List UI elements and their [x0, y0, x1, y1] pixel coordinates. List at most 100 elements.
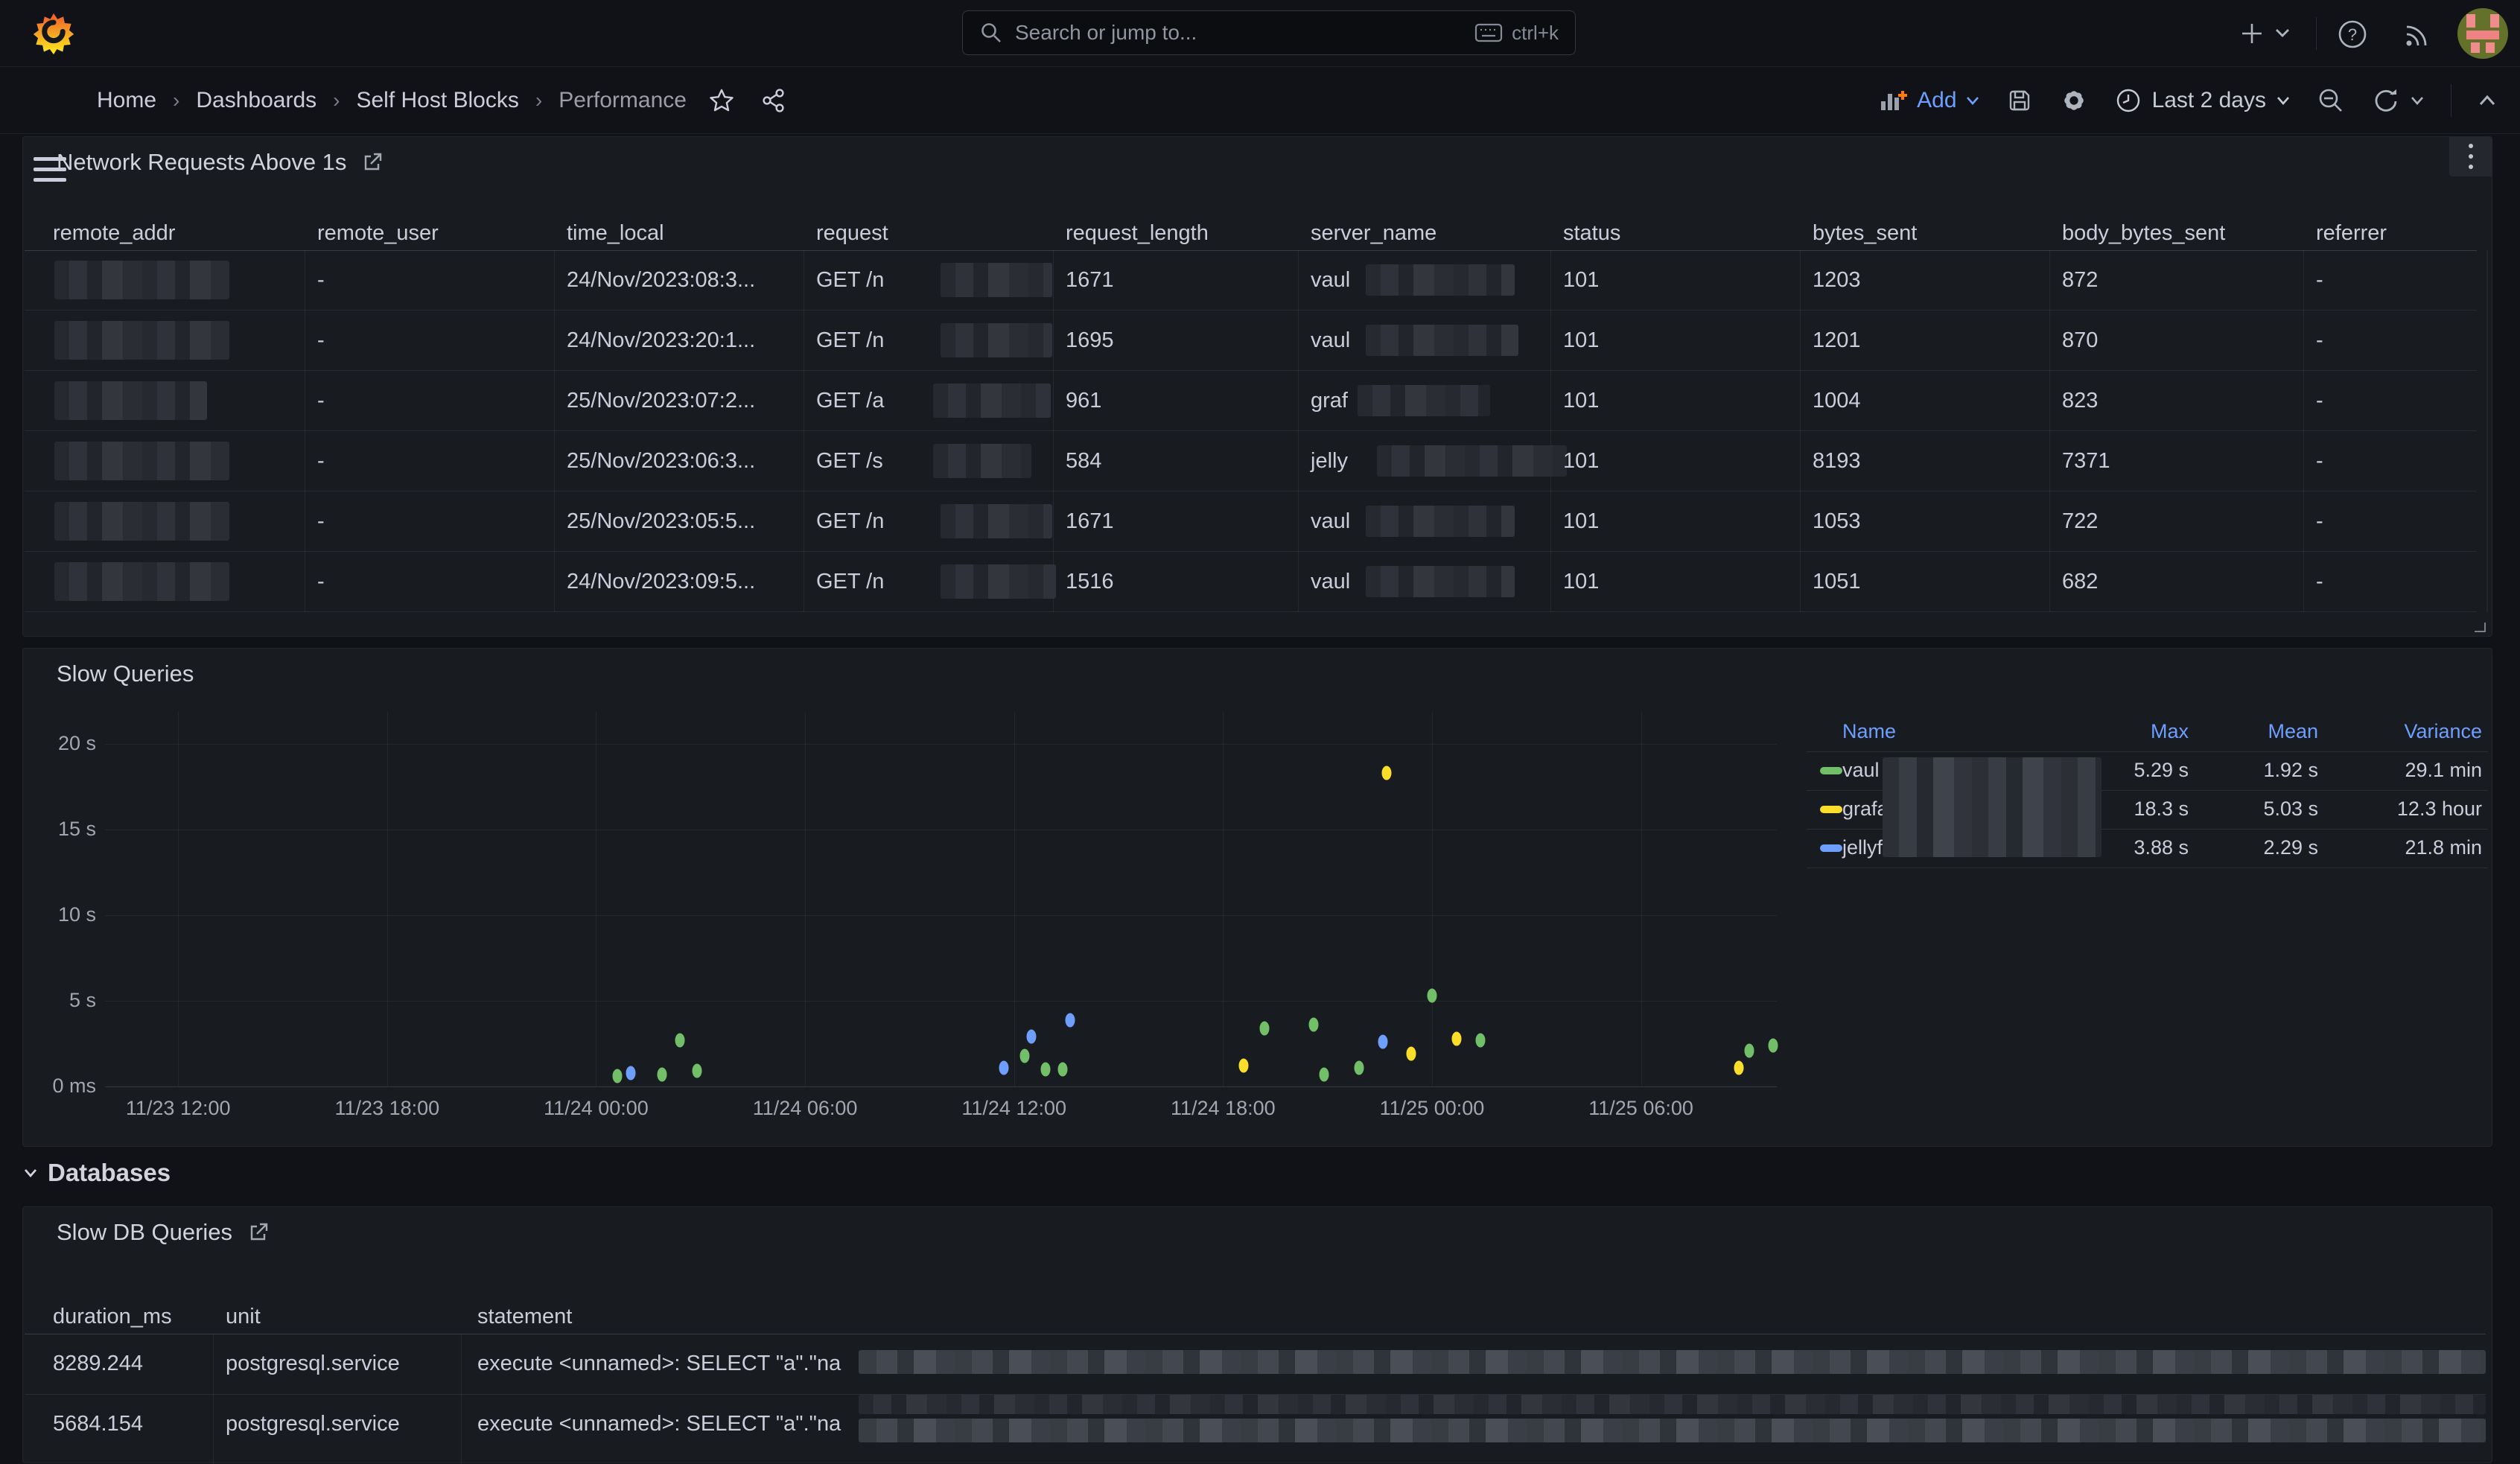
data-point-jellyf — [626, 1066, 636, 1080]
search-shortcut: ctrl+k — [1474, 22, 1559, 45]
help-icon[interactable]: ? — [2337, 19, 2368, 50]
legend-variance-value: 29.1 min — [2288, 759, 2482, 782]
time-range-picker[interactable]: Last 2 days — [2115, 87, 2290, 114]
column-header-request[interactable]: request — [816, 217, 888, 250]
add-button[interactable]: Add — [1880, 88, 1979, 113]
new-menu-chevron-down-icon[interactable] — [2274, 27, 2291, 39]
gridline — [1223, 712, 1224, 1086]
redacted-remote-addr — [54, 381, 207, 420]
cell-request: GET /n — [816, 311, 884, 371]
data-point-jellyf — [1027, 1030, 1037, 1044]
y-tick-label: 20 s — [23, 732, 96, 755]
column-header-time_local[interactable]: time_local — [567, 217, 664, 250]
cell-time-local: 25/Nov/2023:05:5... — [567, 491, 755, 552]
cell-remote-user: - — [317, 552, 325, 612]
table-scrollbar[interactable] — [2486, 250, 2488, 612]
favorite-star-icon[interactable] — [709, 88, 734, 113]
refresh-group — [2372, 87, 2424, 114]
redacted-request — [941, 564, 1056, 599]
panel-title[interactable]: Slow DB Queries — [57, 1219, 232, 1246]
data-point-vaul — [612, 1069, 622, 1083]
cell-request: GET /s — [816, 431, 883, 491]
legend-header-variance[interactable]: Variance — [2288, 720, 2482, 743]
column-header-remote_addr[interactable]: remote_addr — [53, 217, 175, 250]
redacted-request — [941, 504, 1052, 538]
gridline — [387, 712, 388, 1086]
gridline — [1014, 712, 1015, 1086]
refresh-icon[interactable] — [2372, 87, 2399, 114]
user-avatar[interactable] — [2457, 8, 2508, 59]
cell-time-local: 24/Nov/2023:08:3... — [567, 250, 755, 311]
panel-menu-kebab-icon[interactable] — [2449, 136, 2492, 176]
x-tick-label: 11/24 18:00 — [1141, 1097, 1305, 1120]
cell-unit: postgresql.service — [226, 1334, 400, 1394]
mega-menu-icon[interactable] — [34, 157, 66, 182]
data-point-grafa — [1451, 1031, 1461, 1046]
column-header-status[interactable]: status — [1563, 217, 1620, 250]
legend-series-swatch — [1820, 767, 1842, 774]
legend-series-name[interactable]: jellyf — [1842, 836, 1883, 859]
legend-header-name[interactable]: Name — [1842, 720, 1896, 743]
column-header-remote_user[interactable]: remote_user — [317, 217, 439, 250]
gridline — [1641, 712, 1642, 1086]
data-point-grafa — [1406, 1047, 1416, 1061]
topbar-divider — [2316, 17, 2317, 50]
cell-referrer: - — [2316, 552, 2323, 612]
cell-statement: execute <unnamed>: SELECT "a"."na — [477, 1334, 841, 1394]
legend-variance-value: 21.8 min — [2288, 836, 2482, 859]
grafana-logo-icon[interactable] — [33, 12, 74, 55]
legend-series-name[interactable]: grafa — [1842, 798, 1889, 821]
cell-body-bytes-sent: 722 — [2062, 491, 2098, 552]
panel-title[interactable]: Slow Queries — [57, 661, 194, 687]
redacted-request — [941, 263, 1052, 297]
cell-bytes-sent: 1051 — [1813, 552, 1861, 612]
column-header-body_bytes_sent[interactable]: body_bytes_sent — [2062, 217, 2225, 250]
collapse-toolbar-caret-up-icon[interactable] — [2478, 94, 2496, 107]
cell-unit: postgresql.service — [226, 1394, 400, 1454]
section-row-databases[interactable]: Databases — [22, 1159, 171, 1187]
panel-title[interactable]: Network Requests Above 1s — [57, 149, 346, 176]
external-link-icon[interactable] — [247, 1221, 270, 1244]
y-tick-label: 15 s — [23, 818, 96, 841]
zoom-out-time-icon[interactable] — [2317, 86, 2345, 115]
column-header-unit[interactable]: unit — [226, 1300, 261, 1334]
breadcrumb-item-home[interactable]: Home — [97, 88, 156, 113]
redacted-statement — [859, 1395, 2486, 1414]
save-dashboard-button[interactable] — [2006, 87, 2033, 114]
search-input[interactable]: Search or jump to... ctrl+k — [962, 10, 1576, 55]
search-icon — [979, 21, 1003, 45]
share-icon[interactable] — [761, 88, 786, 113]
cell-request-length: 1695 — [1066, 311, 1114, 371]
redacted-remote-addr — [54, 562, 229, 601]
column-header-request_length[interactable]: request_length — [1066, 217, 1209, 250]
cell-referrer: - — [2316, 250, 2323, 311]
panel-resize-handle[interactable] — [2475, 623, 2486, 632]
legend-series-name[interactable]: vaul — [1842, 759, 1880, 782]
section-chevron-down-icon — [22, 1167, 39, 1179]
external-link-icon[interactable] — [361, 151, 384, 174]
breadcrumb-item-self-host-blocks[interactable]: Self Host Blocks — [356, 88, 518, 113]
column-header-statement[interactable]: statement — [477, 1300, 572, 1334]
cell-server-name: vaul — [1311, 311, 1350, 371]
redacted-server-name — [1366, 264, 1515, 296]
dashboard-settings-icon[interactable] — [2060, 86, 2088, 115]
refresh-interval-chevron-down-icon[interactable] — [2411, 95, 2424, 106]
column-header-server_name[interactable]: server_name — [1311, 217, 1436, 250]
redacted-server-name — [1366, 566, 1515, 597]
cell-status: 101 — [1563, 552, 1599, 612]
cell-server-name: vaul — [1311, 552, 1350, 612]
breadcrumb-item-performance[interactable]: Performance — [559, 88, 687, 113]
table-row: -25/Nov/2023:05:5...GET /n1671vaul101105… — [25, 491, 2477, 552]
cell-request-length: 961 — [1066, 371, 1101, 431]
cell-server-name: vaul — [1311, 250, 1350, 311]
data-point-vaul — [1308, 1018, 1318, 1032]
news-rss-icon[interactable] — [2402, 19, 2434, 50]
clock-icon — [2115, 87, 2142, 114]
column-header-duration_ms[interactable]: duration_ms — [53, 1300, 172, 1334]
redacted-remote-addr — [54, 321, 229, 360]
column-header-bytes_sent[interactable]: bytes_sent — [1813, 217, 1917, 250]
data-point-jellyf — [999, 1060, 1008, 1075]
new-add-button[interactable] — [2239, 20, 2265, 47]
breadcrumb-item-dashboards[interactable]: Dashboards — [196, 88, 316, 113]
column-header-referrer[interactable]: referrer — [2316, 217, 2387, 250]
